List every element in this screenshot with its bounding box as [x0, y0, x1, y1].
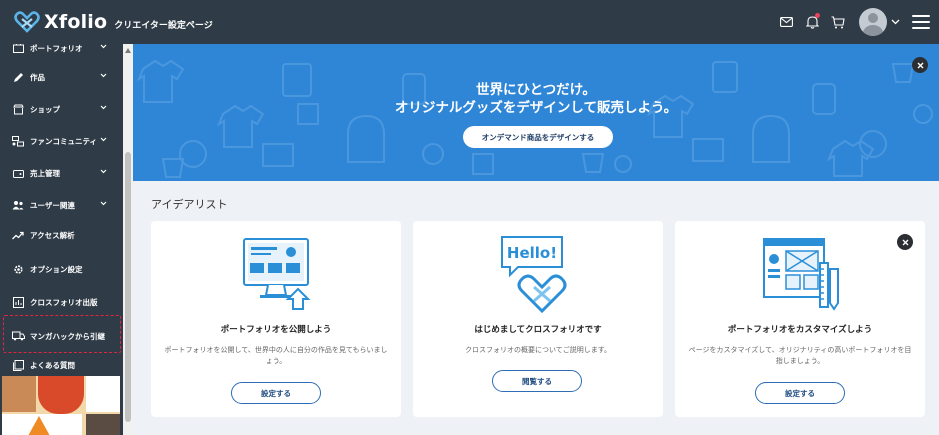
sidebar-item-label: ショップ: [30, 104, 60, 114]
chevron-down-icon: [100, 201, 107, 206]
chevron-down-icon[interactable]: [891, 19, 900, 25]
xfolio-logo-icon: [14, 11, 40, 33]
card-description: ポートフォリオを公開して、世界中の人に自分の作品を見てもらいましょう。: [164, 346, 388, 365]
sidebar-item-label: 作品: [30, 72, 45, 82]
monitor-upload-illustration: [243, 238, 311, 310]
shop-icon: [11, 102, 25, 116]
cart-icon[interactable]: [827, 11, 849, 33]
card-description: ページをカスタマイズして、オリジナリティの高いポートフォリオを目指しましょう。: [688, 346, 912, 365]
sidebar-item-publishing[interactable]: クロスフォリオ出版: [0, 287, 123, 317]
hello-heart-illustration: Hello!: [501, 236, 567, 313]
chevron-down-icon: [100, 169, 107, 174]
sidebar-item-options[interactable]: オプション設定: [0, 254, 123, 284]
design-ondemand-button[interactable]: オンデマンド商品をデザインする: [463, 126, 613, 148]
wallet-icon: [11, 166, 25, 180]
publish-settings-button[interactable]: 設定する: [231, 382, 321, 404]
sidebar-item-label: ファンコミュニティ: [30, 136, 98, 146]
sidebar-item-portfolio[interactable]: ポートフォリオ: [0, 44, 123, 63]
portfolio-icon: [11, 44, 25, 55]
mail-icon[interactable]: [775, 11, 797, 33]
faq-icon: [11, 358, 25, 372]
sidebar-item-works[interactable]: 作品: [0, 62, 123, 92]
sidebar-item-label: ユーザー関連: [30, 200, 75, 210]
sidebar-item-shop[interactable]: ショップ: [0, 94, 123, 124]
sidebar-item-label: アクセス解析: [30, 230, 75, 240]
sidebar-item-analytics[interactable]: アクセス解析: [0, 220, 123, 250]
sidebar-item-label: オプション設定: [30, 264, 83, 274]
customize-settings-button[interactable]: 設定する: [755, 382, 845, 404]
hero-title-line1: 世界にひとつだけ。: [476, 82, 596, 98]
sidebar-item-label: 売上管理: [30, 168, 60, 178]
sidebar-item-label: クロスフォリオ出版: [30, 297, 98, 307]
sidebar-item-fan-community[interactable]: ファンコミュニティ: [0, 126, 123, 156]
chevron-down-icon: [100, 105, 107, 110]
chevron-down-icon: [100, 73, 107, 78]
app-header: Xfolio クリエイター設定ページ: [0, 0, 939, 44]
card-title: はじめましてクロスフォリオです: [474, 325, 602, 335]
pencil-icon: [11, 70, 25, 84]
card-title: ポートフォリオを公開しよう: [220, 325, 332, 335]
idea-card-publish-portfolio: ポートフォリオを公開しよう ポートフォリオを公開して、世界中の人に自分の作品を見…: [151, 221, 401, 417]
close-icon[interactable]: [897, 234, 913, 250]
logo[interactable]: Xfolio クリエイター設定ページ: [14, 11, 213, 33]
card-description: クロスフォリオの概要についてご説明します。: [464, 346, 612, 354]
hero-title-line2: オリジナルグッズをデザインして販売しよう。: [394, 100, 678, 116]
notification-dot: [815, 13, 820, 18]
highlight-outline: [3, 315, 121, 353]
layout-ruler-pencil-illustration: [763, 238, 839, 311]
scroll-up-arrow-icon[interactable]: [125, 48, 131, 53]
idea-card-customize-portfolio: ポートフォリオをカスタマイズしよう ページをカスタマイズして、オリジナリティの高…: [675, 221, 925, 417]
users-icon: [11, 198, 25, 212]
card-title: ポートフォリオをカスタマイズしよう: [727, 325, 873, 335]
hamburger-menu-icon[interactable]: [912, 15, 930, 29]
logo-text: Xfolio: [44, 11, 108, 33]
chevron-down-icon: [100, 44, 107, 49]
sidebar-scrollbar[interactable]: [123, 44, 133, 435]
sidebar-item-sales[interactable]: 売上管理: [0, 158, 123, 188]
trending-up-icon: [11, 228, 25, 242]
view-button[interactable]: 閲覧する: [492, 370, 582, 392]
bell-icon[interactable]: [801, 11, 823, 33]
book-chart-icon: [11, 295, 25, 309]
gear-icon: [11, 262, 25, 276]
header-subtitle: クリエイター設定ページ: [114, 20, 213, 31]
close-icon[interactable]: [912, 57, 928, 73]
sidebar-item-label: よくある質問: [30, 360, 75, 370]
hero-banner: 世界にひとつだけ。 オリジナルグッズをデザインして販売しよう。 オンデマンド商品…: [133, 44, 939, 181]
sidebar: ポートフォリオ 作品 ショップ ファンコミュニティ 売上管理 ユーザー関連 アク…: [0, 44, 123, 435]
sidebar-item-users[interactable]: ユーザー関連: [0, 190, 123, 220]
chevron-down-icon: [100, 137, 107, 142]
scroll-thumb[interactable]: [125, 152, 131, 422]
community-icon: [11, 134, 25, 148]
avatar[interactable]: [859, 8, 887, 36]
idea-list-title: アイデアリスト: [151, 198, 228, 211]
sidebar-item-label: ポートフォリオ: [30, 44, 83, 53]
hello-speech-text: Hello!: [507, 244, 557, 262]
manga-banner-image[interactable]: [2, 376, 120, 435]
idea-card-intro-crossfolio: Hello! はじめましてクロスフォリオです クロスフォリオの概要についてご説明…: [413, 221, 663, 417]
